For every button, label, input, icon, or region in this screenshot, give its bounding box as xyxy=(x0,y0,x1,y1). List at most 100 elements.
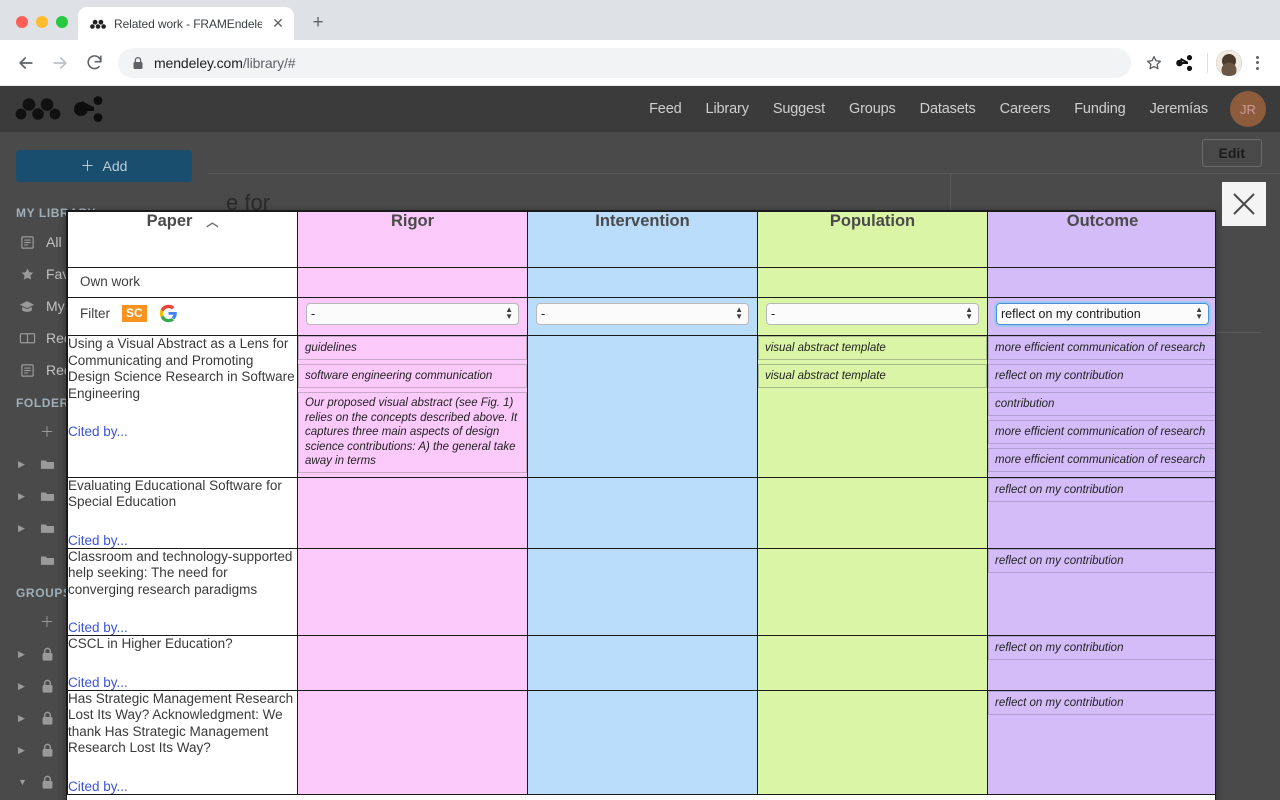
browser-toolbar: mendeley.com/library/# xyxy=(0,40,1280,86)
column-header-paper[interactable]: Paper ︿ xyxy=(68,212,298,268)
tag-item[interactable]: software engineering communication xyxy=(298,364,527,388)
filter-outcome-select[interactable]: reflect on my contribution xyxy=(996,303,1209,325)
url-text: mendeley.com/library/# xyxy=(154,55,296,71)
table-row: Classroom and technology-supported help … xyxy=(68,548,1217,636)
tag-item[interactable]: guidelines xyxy=(298,336,527,360)
chevron-up-icon[interactable]: ︿ xyxy=(206,213,218,230)
tag-item[interactable]: reflect on my contribution xyxy=(988,549,1216,573)
column-header-rigor[interactable]: Rigor xyxy=(298,212,528,268)
user-avatar-icon[interactable] xyxy=(1216,50,1242,76)
folder-icon xyxy=(38,458,56,471)
nav-link-suggest[interactable]: Suggest xyxy=(761,101,837,117)
documents-icon xyxy=(18,363,36,378)
cited-by-link[interactable]: Cited by... xyxy=(68,675,297,690)
filter-intervention-cell: - ▲▼ xyxy=(528,298,758,336)
edit-button[interactable]: Edit xyxy=(1202,139,1262,167)
forward-arrow-icon[interactable] xyxy=(44,47,76,79)
mendeley-icon xyxy=(90,16,106,32)
nav-link-feed[interactable]: Feed xyxy=(637,101,693,117)
matrix-table: Paper ︿ Rigor Intervention Population Ou… xyxy=(67,211,1216,795)
add-button-label: Add xyxy=(103,158,128,174)
tag-item[interactable]: more efficient communication of research xyxy=(988,336,1216,360)
nav-link-datasets[interactable]: Datasets xyxy=(908,101,988,117)
tab-close-icon[interactable]: ✕ xyxy=(270,16,286,32)
browser-tab[interactable]: Related work - FRAMEndeleyDI ✕ xyxy=(78,7,294,40)
nav-link-library[interactable]: Library xyxy=(694,101,761,117)
rigor-cell xyxy=(298,477,528,548)
tag-item[interactable]: contribution xyxy=(988,392,1216,416)
cited-by-link[interactable]: Cited by... xyxy=(68,424,297,439)
filter-rigor-select[interactable]: - xyxy=(306,303,519,325)
tag-item[interactable]: reflect on my contribution xyxy=(988,478,1216,502)
plus-icon: ＋ xyxy=(81,156,95,176)
nav-link-funding[interactable]: Funding xyxy=(1062,101,1137,117)
folder-icon xyxy=(38,522,56,535)
chevron-right-icon[interactable]: ▶ xyxy=(18,491,28,502)
paper-title: CSCL in Higher Education? xyxy=(68,636,297,653)
chevron-right-icon[interactable]: ▶ xyxy=(18,649,28,660)
close-window-button[interactable] xyxy=(16,16,28,28)
related-work-matrix-modal: Paper ︿ Rigor Intervention Population Ou… xyxy=(66,210,1216,800)
mendeley-extension-icon[interactable] xyxy=(1171,49,1199,77)
tag-item[interactable]: Our proposed visual abstract (see Fig. 1… xyxy=(298,392,527,473)
minimize-window-button[interactable] xyxy=(36,16,48,28)
google-icon[interactable] xyxy=(159,304,178,323)
intervention-cell xyxy=(528,548,758,636)
filter-intervention-select[interactable]: - xyxy=(536,303,749,325)
intervention-cell xyxy=(528,690,758,794)
url-domain: mendeley.com xyxy=(154,55,243,71)
content-toolbar: Edit xyxy=(208,132,1280,174)
cited-by-link[interactable]: Cited by... xyxy=(68,620,297,635)
close-modal-button[interactable] xyxy=(1222,182,1266,226)
nav-link-groups[interactable]: Groups xyxy=(837,101,908,117)
tag-item[interactable]: reflect on my contribution xyxy=(988,691,1216,715)
star-icon xyxy=(18,267,36,282)
chevron-right-icon[interactable]: ▶ xyxy=(18,713,28,724)
semantic-scholar-icon[interactable]: SC xyxy=(122,305,147,322)
chevron-down-icon[interactable]: ▼ xyxy=(18,777,28,787)
tag-item[interactable]: visual abstract template xyxy=(758,364,987,388)
avatar[interactable]: JR xyxy=(1230,91,1266,127)
lock-icon xyxy=(38,647,56,662)
population-cell: visual abstract template visual abstract… xyxy=(758,336,988,478)
tag-item[interactable]: reflect on my contribution xyxy=(988,636,1216,660)
filter-cell: Filter SC xyxy=(68,298,298,336)
mendeley-page: Feed Library Suggest Groups Datasets Car… xyxy=(0,86,1280,800)
tag-item[interactable]: reflect on my contribution xyxy=(988,364,1216,388)
nav-link-account[interactable]: Jeremías xyxy=(1138,101,1220,117)
column-header-population[interactable]: Population xyxy=(758,212,988,268)
column-header-outcome[interactable]: Outcome xyxy=(988,212,1217,268)
cited-by-link[interactable]: Cited by... xyxy=(68,779,297,794)
table-row: Using a Visual Abstract as a Lens for Co… xyxy=(68,336,1217,478)
own-work-row: Own work xyxy=(68,268,1217,298)
mendeley-logo[interactable] xyxy=(14,86,62,132)
chevron-right-icon[interactable]: ▶ xyxy=(18,523,28,534)
own-work-population-cell xyxy=(758,268,988,298)
add-button[interactable]: ＋ Add xyxy=(16,150,192,182)
reload-icon[interactable] xyxy=(78,47,110,79)
frame-logo[interactable] xyxy=(62,86,116,132)
chevron-right-icon[interactable]: ▶ xyxy=(18,745,28,756)
outcome-cell: reflect on my contribution xyxy=(988,477,1217,548)
kebab-menu-icon[interactable] xyxy=(1244,50,1270,76)
filter-row: Filter SC xyxy=(68,298,1217,336)
address-bar[interactable]: mendeley.com/library/# xyxy=(118,48,1131,78)
chevron-right-icon[interactable]: ▶ xyxy=(18,681,28,692)
tag-item[interactable]: more efficient communication of research xyxy=(988,420,1216,444)
chevron-right-icon[interactable]: ▶ xyxy=(18,459,28,470)
maximize-window-button[interactable] xyxy=(56,16,68,28)
cited-by-link[interactable]: Cited by... xyxy=(68,533,297,548)
back-arrow-icon[interactable] xyxy=(10,47,42,79)
nav-link-careers[interactable]: Careers xyxy=(988,101,1063,117)
column-header-label: Paper xyxy=(147,212,193,231)
column-header-intervention[interactable]: Intervention xyxy=(528,212,758,268)
new-tab-button[interactable]: + xyxy=(304,9,332,37)
bookmark-star-icon[interactable] xyxy=(1139,48,1169,78)
filter-outcome-cell: reflect on my contribution ▲▼ xyxy=(988,298,1217,336)
table-row: CSCL in Higher Education? Cited by... re… xyxy=(68,636,1217,691)
filter-population-select[interactable]: - xyxy=(766,303,979,325)
tag-item[interactable]: visual abstract template xyxy=(758,336,987,360)
intervention-cell xyxy=(528,636,758,691)
tag-item[interactable]: more efficient communication of research xyxy=(988,448,1216,472)
rigor-cell xyxy=(298,690,528,794)
